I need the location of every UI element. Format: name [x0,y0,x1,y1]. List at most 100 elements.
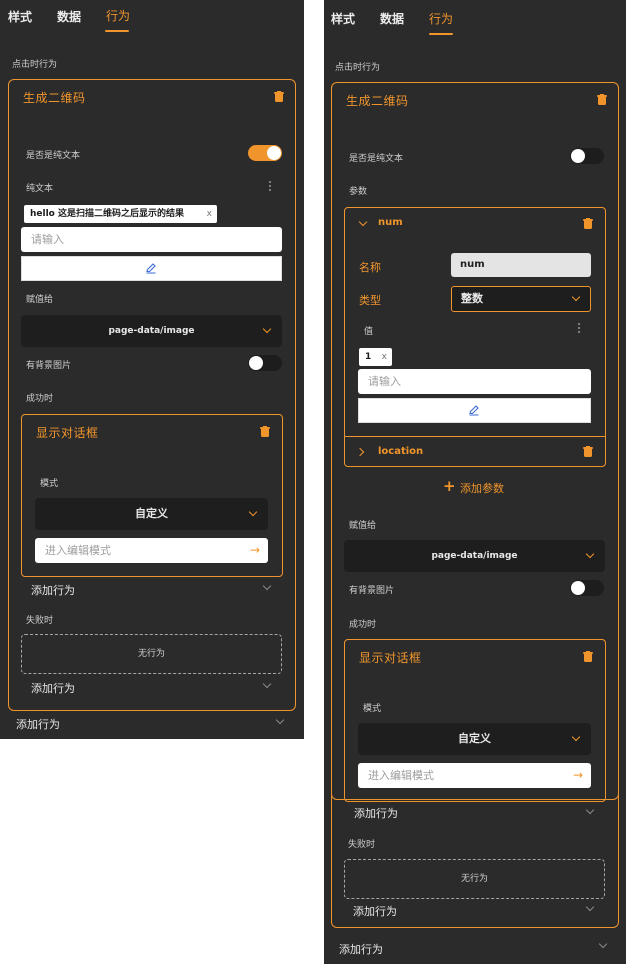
assign-select[interactable]: page-data/image [344,540,605,572]
pencil-icon [146,263,156,274]
text-value-tag: hello 这是扫描二维码之后显示的结果 x [24,205,217,223]
chevron-down-icon [571,732,581,742]
delete-action-icon[interactable] [274,91,284,102]
dialog-action-card: 显示对话框 模式 自定义 进入编辑模式 → [21,414,283,577]
dialog-action-card: 显示对话框 模式 自定义 进入编辑模式 → [344,639,606,802]
action-card-qrcode-bottom [331,790,619,928]
edit-button[interactable] [358,398,591,423]
pencil-icon [469,405,479,416]
plain-text-toggle[interactable] [570,148,604,164]
assign-select-value: page-data/image [108,326,195,336]
success-label: 成功时 [26,394,54,404]
mode-select-value: 自定义 [458,732,491,745]
tab-behavior[interactable]: 行为 [429,10,453,27]
arrow-right-icon[interactable]: → [573,763,583,788]
chevron-down-icon [248,507,258,517]
param-name-header[interactable]: num [378,217,403,228]
section-title-on-click: 点击时行为 [335,63,381,73]
bg-image-toggle[interactable] [570,580,604,596]
plain-text-toggle-label: 是否是纯文本 [26,151,81,161]
chevron-down-icon [262,324,272,334]
action-title: 生成二维码 [346,94,409,108]
assign-label: 赋值给 [349,521,377,531]
active-tab-indicator [429,33,453,35]
delete-param-icon[interactable] [583,446,593,457]
more-options-icon[interactable] [576,323,582,337]
bg-image-toggle[interactable] [248,355,282,371]
param-type-select[interactable]: 整数 [451,286,591,312]
dialog-title: 显示对话框 [36,426,99,440]
active-tab-indicator [105,30,129,32]
plain-text-input[interactable]: 请输入 [21,227,282,252]
tag-close-icon[interactable]: x [382,348,387,366]
mode-select[interactable]: 自定义 [358,723,591,755]
delete-action-icon[interactable] [597,94,607,105]
param-divider [345,436,605,437]
param-location-header[interactable]: location [378,446,423,457]
mode-label: 模式 [40,479,59,489]
edit-mode-placeholder: 进入编辑模式 [45,544,111,557]
add-param-button[interactable]: 添加参数 [460,480,504,496]
tab-style[interactable]: 样式 [331,10,355,27]
bg-image-label: 有背景图片 [26,361,72,371]
param-name-label: 名称 [359,261,381,274]
chevron-down-icon [585,549,595,559]
fail-label: 失败时 [26,616,54,626]
plain-text-label: 纯文本 [26,184,54,194]
assign-select-value: page-data/image [431,551,518,561]
param-type-value: 整数 [461,292,483,305]
tag-close-icon[interactable]: x [207,205,212,223]
param-name-field[interactable]: num [451,253,591,277]
plus-icon[interactable]: + [443,477,456,495]
delete-dialog-icon[interactable] [583,651,593,662]
arrow-right-icon[interactable]: → [250,538,260,563]
chevron-down-icon[interactable] [262,581,272,591]
assign-label: 赋值给 [26,295,54,305]
action-card-qrcode: 生成二维码 是否是纯文本 纯文本 hello 这是扫描二维码之后显示的结果 x … [8,79,296,711]
param-value-label: 值 [364,327,374,337]
edit-mode-placeholder: 进入编辑模式 [368,769,434,782]
tag-text: 1 [365,352,372,362]
add-action-root[interactable]: 添加行为 [339,941,383,957]
chevron-down-icon[interactable] [598,939,608,949]
delete-dialog-icon[interactable] [260,426,270,437]
mode-select-value: 自定义 [135,507,168,520]
param-type-label: 类型 [359,294,381,307]
chevron-down-icon [571,292,581,302]
delete-param-icon[interactable] [583,218,593,229]
more-options-icon[interactable] [267,181,273,195]
success-label: 成功时 [349,620,377,630]
param-value-input[interactable]: 请输入 [358,369,591,394]
tag-text: hello 这是扫描二维码之后显示的结果 [30,209,184,219]
param-card: num 名称 num 类型 整数 值 1 x 请输入 location [344,207,606,467]
param-value-tag: 1 x [359,348,392,366]
plain-text-toggle[interactable] [248,145,282,161]
assign-select[interactable]: page-data/image [21,315,282,347]
add-action-root[interactable]: 添加行为 [16,716,60,732]
edit-button[interactable] [21,256,282,281]
tab-behavior[interactable]: 行为 [106,7,130,24]
dialog-title: 显示对话框 [359,651,422,665]
tab-style[interactable]: 样式 [8,8,32,25]
chevron-down-icon[interactable] [262,679,272,689]
section-title-on-click: 点击时行为 [12,60,58,70]
mode-select[interactable]: 自定义 [35,498,268,530]
edit-mode-input[interactable]: 进入编辑模式 → [35,538,268,563]
bg-image-label: 有背景图片 [349,586,395,596]
add-action-fail[interactable]: 添加行为 [31,680,75,696]
chevron-down-icon[interactable] [358,217,368,227]
add-action-success[interactable]: 添加行为 [31,582,75,598]
tab-data[interactable]: 数据 [380,10,404,27]
params-label: 参数 [349,187,368,197]
action-title: 生成二维码 [23,91,86,105]
action-card-qrcode: 生成二维码 是否是纯文本 参数 num 名称 num 类型 整数 值 1 x 请… [331,82,619,820]
plain-text-toggle-label: 是否是纯文本 [349,154,404,164]
behavior-panel-left: 样式 数据 行为 点击时行为 生成二维码 是否是纯文本 纯文本 hello 这是… [0,0,304,739]
no-action-placeholder: 无行为 [21,634,282,674]
mode-label: 模式 [363,704,382,714]
behavior-panel-right: 样式 数据 行为 点击时行为 生成二维码 是否是纯文本 参数 num 名称 nu… [324,0,626,964]
edit-mode-input[interactable]: 进入编辑模式 → [358,763,591,788]
chevron-right-icon[interactable] [355,447,365,457]
tab-data[interactable]: 数据 [57,8,81,25]
chevron-down-icon[interactable] [275,715,285,725]
